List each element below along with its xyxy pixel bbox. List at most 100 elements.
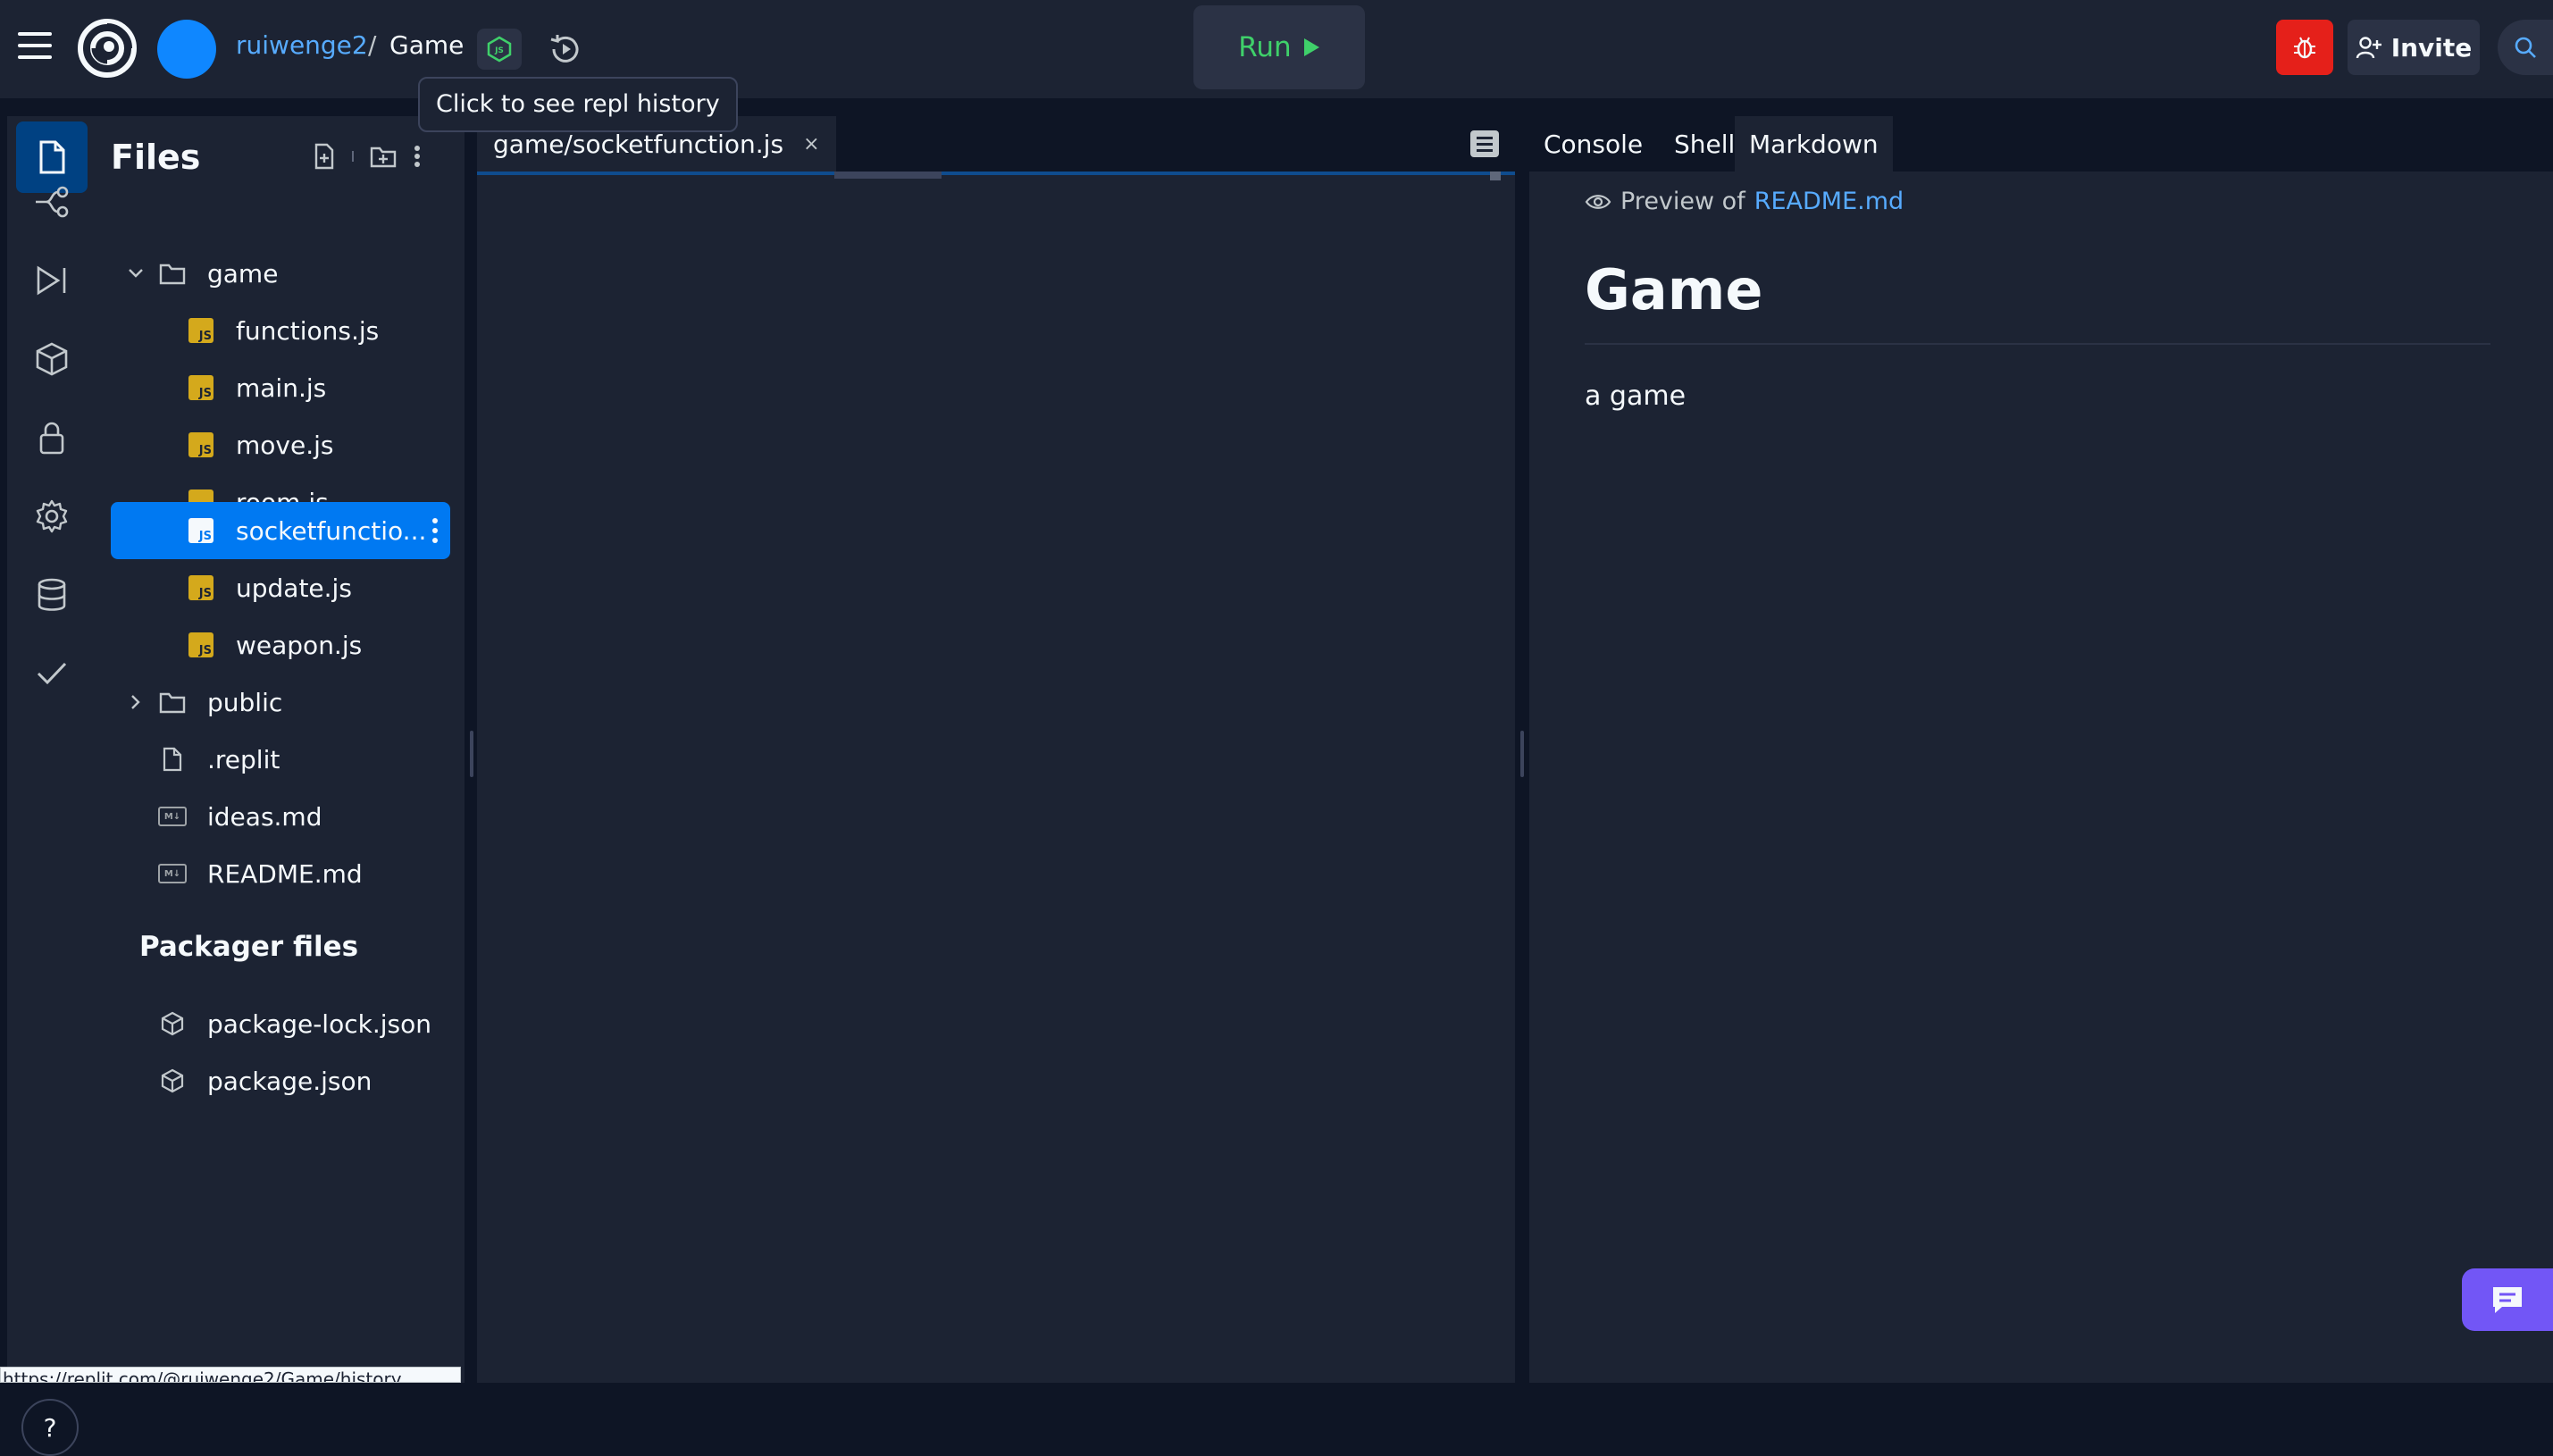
chat-icon [2493,1287,2522,1313]
right-pane: Console Shell Markdown Preview of README… [1529,116,2553,1383]
tree-label: game [207,258,279,289]
menu-icon[interactable] [18,32,54,63]
repl-history-button[interactable] [543,29,588,70]
preview-caption: Preview of README.md [1585,188,1904,215]
chevron-down-icon [129,269,143,278]
markdown-paragraph: a game [1585,381,1687,412]
tree-label: package.json [207,1066,372,1096]
nodejs-language-button[interactable]: JS [477,29,522,70]
invite-button[interactable]: Invite [2348,20,2480,75]
tool-rail: ? [7,116,100,1456]
editor-preview-resize-handle[interactable] [1515,116,1529,1383]
tree-label: .replit [207,744,280,774]
markdown-heading: Game [1585,257,1763,322]
history-icon [550,35,579,63]
editor-tab-label: game/socketfunction.js [493,129,784,159]
tree-label: socketfunctio... [236,515,427,546]
tree-file-update-js[interactable]: update.js [111,559,450,616]
lock-icon [39,422,64,455]
files-actions [313,143,422,170]
tree-file-package-json[interactable]: package.json [111,1052,450,1109]
tree-label: public [207,687,283,717]
right-tab-bar: Console Shell Markdown [1529,116,2553,172]
tree-label: move.js [236,430,334,460]
invite-label: Invite [2390,32,2473,63]
row-menu-icon[interactable] [432,518,438,543]
chevron-right-icon [131,695,140,709]
more-options-icon[interactable] [413,143,422,170]
package-icon [157,1066,188,1096]
tree-folder-game[interactable]: game [111,245,450,302]
replit-logo-icon[interactable] [77,18,138,79]
repl-name[interactable]: Game [389,30,464,60]
tree-label: functions.js [236,315,380,346]
packager-files-title: Packager files [139,931,359,963]
file-icon [157,744,188,774]
tree-label: ideas.md [207,801,322,832]
tab-markdown[interactable]: Markdown [1735,116,1893,172]
preview-prefix: Preview of [1620,188,1745,215]
feedback-chat-button[interactable] [2462,1268,2553,1331]
tree-file-move-js[interactable]: move.js [111,416,450,473]
packages-button[interactable] [16,323,88,395]
version-control-button[interactable] [16,166,88,238]
javascript-file-icon [186,372,216,403]
svg-text:JS: JS [494,46,504,55]
folder-icon [157,687,188,717]
javascript-file-icon [186,573,216,603]
avatar[interactable] [157,20,216,79]
tree-file-socketfunction-js[interactable]: socketfunctio... [111,502,450,559]
code-editor[interactable] [477,172,1515,1383]
package-icon [157,1008,188,1039]
tree-file-ideas-md[interactable]: M↓ ideas.md [111,788,450,845]
tree-label: package-lock.json [207,1008,431,1039]
nodejs-icon: JS [487,36,512,63]
checkmark-icon [37,662,67,685]
markdown-file-icon: M↓ [157,801,188,832]
report-bug-button[interactable] [2276,20,2333,75]
tab-console[interactable]: Console [1529,116,1657,172]
unit-tests-button[interactable] [16,638,88,709]
tree-file-package-lock-json[interactable]: package-lock.json [111,995,450,1052]
tree-label: README.md [207,858,363,889]
help-button[interactable]: ? [21,1399,79,1456]
search-button[interactable] [2498,20,2553,75]
run-button[interactable]: Run [1193,5,1365,89]
tree-file-functions-js[interactable]: functions.js [111,302,450,359]
debugger-button[interactable] [16,245,88,316]
secrets-button[interactable] [16,402,88,473]
database-button[interactable] [16,559,88,631]
tree-file-readme-md[interactable]: M↓ README.md [111,845,450,902]
new-file-icon[interactable] [313,143,336,170]
vertical-scrollbar[interactable] [1490,172,1501,180]
close-icon[interactable]: × [803,133,819,155]
javascript-file-icon [186,315,216,346]
search-icon [2515,37,2536,58]
javascript-file-icon [186,430,216,460]
new-folder-icon[interactable] [370,145,397,168]
add-user-icon [2356,37,2381,59]
tree-file-replit[interactable]: .replit [111,731,450,788]
database-icon [38,578,66,611]
layout-toggle-icon[interactable] [1470,130,1499,157]
files-title: Files [111,138,201,177]
markdown-divider [1585,343,2490,345]
settings-button[interactable] [16,481,88,552]
packages-icon [36,342,68,376]
tree-label: main.js [236,372,327,403]
tree-folder-public[interactable]: public [111,674,450,731]
play-icon [1303,38,1319,56]
owner-link[interactable]: ruiwenge2 [236,30,368,60]
javascript-file-icon [186,630,216,660]
breadcrumb-separator: / [368,30,377,60]
preview-file-link[interactable]: README.md [1754,188,1904,215]
repl-history-tooltip: Click to see repl history [418,77,738,132]
horizontal-scrollbar[interactable] [834,172,942,179]
tree-file-main-js[interactable]: main.js [111,359,450,416]
editor-pane: game/socketfunction.js × [477,116,1515,1383]
files-editor-resize-handle[interactable] [466,116,477,1383]
gear-icon [36,499,68,533]
tree-file-weapon-js[interactable]: weapon.js [111,616,450,674]
run-label: Run [1238,31,1292,63]
tree-label: weapon.js [236,630,363,660]
